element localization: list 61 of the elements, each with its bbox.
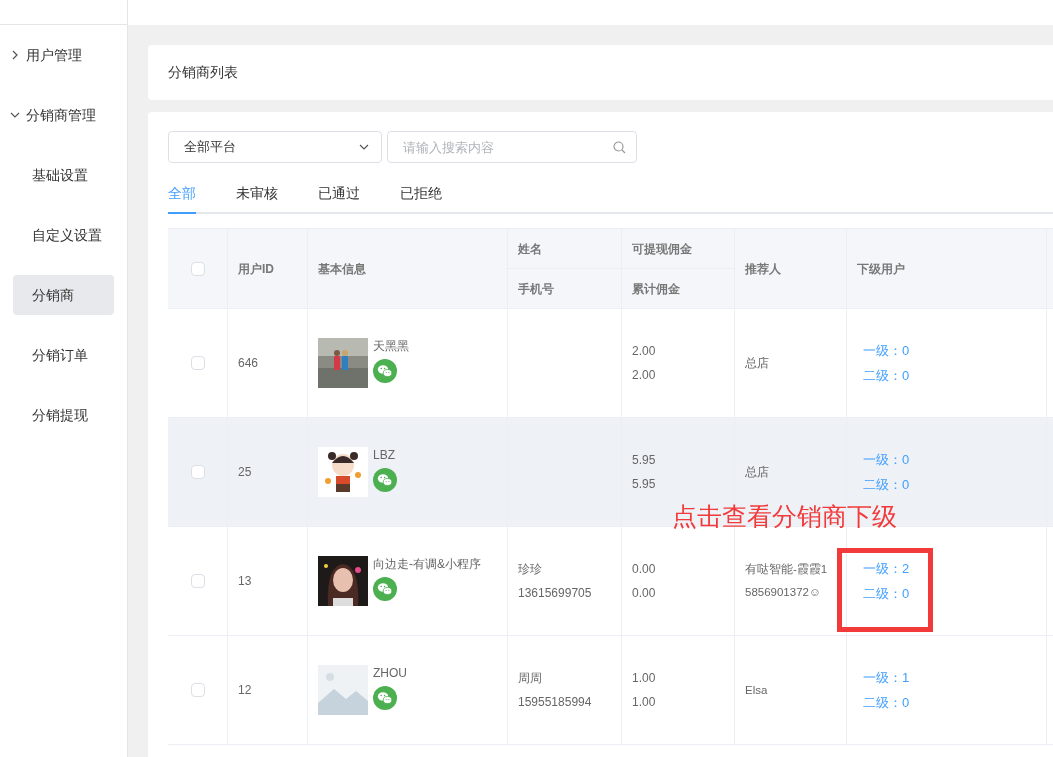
sidebar-group[interactable]: 用户管理 <box>0 25 127 85</box>
row-checkbox[interactable] <box>190 465 205 479</box>
nickname: 向边走-有调&小程序 <box>373 556 481 573</box>
column-header: 可提现佣金 <box>632 240 692 258</box>
column-header: 下级用户 <box>857 260 905 278</box>
table-cell-text: 珍珍 <box>518 561 543 578</box>
tab[interactable]: 已拒绝 <box>400 183 442 214</box>
table-cell-text: 5.95 <box>632 452 657 469</box>
wechat-icon <box>373 468 397 492</box>
table-cell-text: 646 <box>238 355 259 372</box>
table-cell-text: 0.00 <box>632 585 657 602</box>
table-cell-text: 周周 <box>518 670 543 687</box>
tab[interactable]: 已通过 <box>318 183 360 214</box>
sidebar-item[interactable]: 自定义设置 <box>13 215 114 255</box>
nickname: 天黑黑 <box>373 338 409 355</box>
row-checkbox[interactable] <box>190 574 205 588</box>
sidebar-group[interactable]: 分销商管理 <box>0 85 127 145</box>
search-field[interactable]: 请输入搜索内容 <box>387 131 637 163</box>
sidebar-item[interactable]: 基础设置 <box>13 155 114 195</box>
table-cell-text: 2.00 <box>632 367 657 384</box>
column-header: 累计佣金 <box>632 280 680 298</box>
row-checkbox[interactable] <box>190 356 205 370</box>
table-cell-text: 25 <box>238 464 252 481</box>
column-header: 基本信息 <box>318 260 366 278</box>
page-title: 分销商列表 <box>168 63 238 82</box>
table-cell-text: 1.00 <box>632 670 657 687</box>
sidebar-group-label: 用户管理 <box>26 45 82 65</box>
table-cell-text: 总店 <box>745 355 769 371</box>
tab[interactable]: 未审核 <box>236 183 278 214</box>
platform-select[interactable]: 全部平台 <box>168 131 382 163</box>
row-checkbox[interactable] <box>190 683 205 697</box>
column-header: 手机号 <box>518 280 554 298</box>
column-header: 用户ID <box>238 260 274 278</box>
table-cell-text: Elsa <box>745 682 768 698</box>
table-cell-text: 2.00 <box>632 343 657 360</box>
nickname: LBZ <box>373 447 396 464</box>
wechat-icon <box>373 686 397 710</box>
sidebar-group-label: 分销商管理 <box>26 105 96 125</box>
annotation-text: 点击查看分销商下级 <box>672 501 897 532</box>
table-cell-text: 13 <box>238 573 252 590</box>
search-icon <box>613 141 626 154</box>
chevron-down-icon <box>10 110 20 120</box>
wechat-icon <box>373 359 397 383</box>
table-cell-text: 1.00 <box>632 694 657 711</box>
sidebar-item[interactable]: 分销订单 <box>13 335 114 375</box>
table-cell-text: 12 <box>238 682 252 699</box>
nickname: ZHOU <box>373 665 407 682</box>
select-all-checkbox[interactable] <box>190 261 205 276</box>
column-header: 姓名 <box>518 240 542 258</box>
column-header: 推荐人 <box>745 260 781 278</box>
wechat-icon <box>373 577 397 601</box>
sidebar-item[interactable]: 分销提现 <box>13 395 114 435</box>
table-cell-text: 15955185994 <box>518 694 593 711</box>
table-cell-text: 5.95 <box>632 476 657 493</box>
table-cell-text: 13615699705 <box>518 585 593 602</box>
table-cell-text: 有哒智能-霞霞15856901372☺ <box>745 562 829 600</box>
table-cell-text: 总店 <box>745 464 769 480</box>
table-cell-text: 0.00 <box>632 561 657 578</box>
chevron-right-icon <box>10 50 20 60</box>
chevron-down-icon <box>359 142 369 152</box>
sidebar-item[interactable]: 分销商 <box>13 275 114 315</box>
